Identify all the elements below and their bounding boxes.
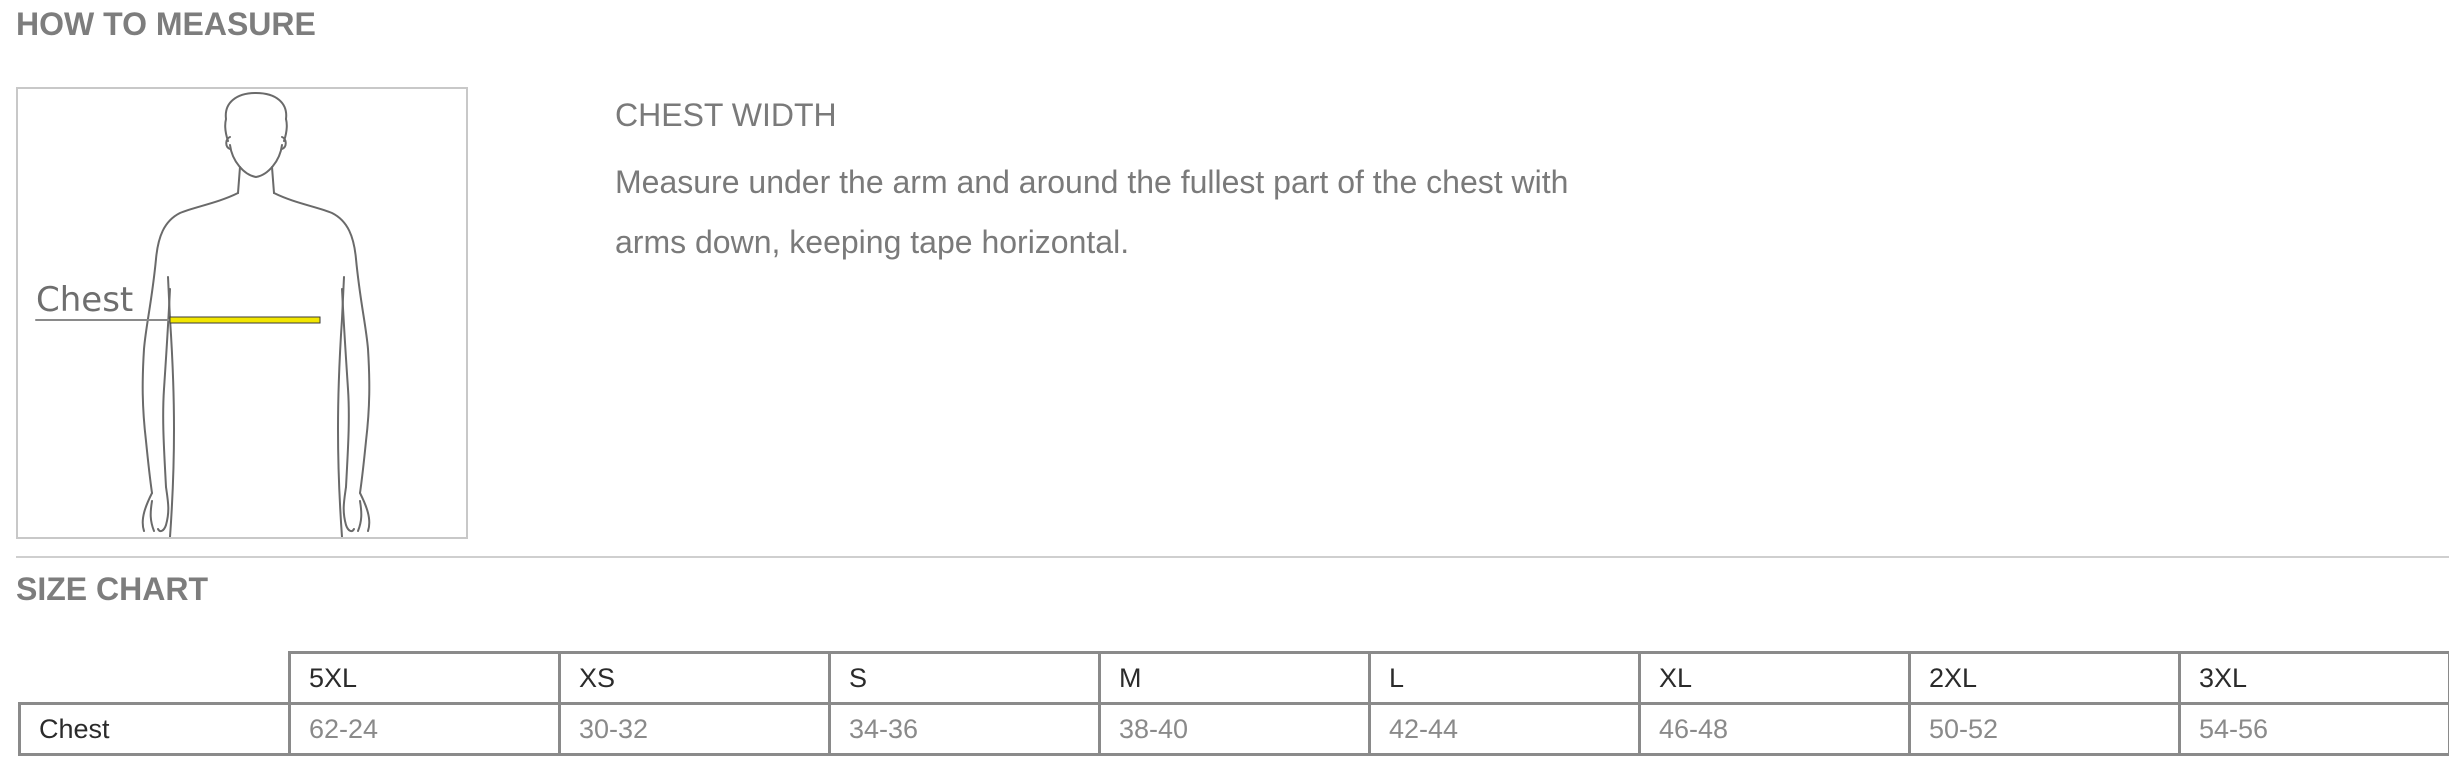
section-divider	[16, 556, 2449, 558]
size-header-cell: L	[1368, 651, 1641, 705]
measurement-figure: Chest	[16, 87, 468, 539]
measurement-cell: 38-40	[1098, 702, 1371, 756]
measurement-cell: 46-48	[1638, 702, 1911, 756]
size-header-cell: S	[828, 651, 1101, 705]
chest-figure-label: Chest	[36, 280, 133, 320]
measurement-cell: 62-24	[288, 702, 561, 756]
size-chart-title: SIZE CHART	[16, 571, 208, 607]
size-header-cell: 3XL	[2178, 651, 2449, 705]
measurement-cell: 50-52	[1908, 702, 2181, 756]
chest-width-instructions: Measure under the arm and around the ful…	[615, 164, 1569, 260]
size-header-cell: 5XL	[288, 651, 561, 705]
empty-corner-cell	[19, 652, 291, 705]
chest-width-heading: CHEST WIDTH	[615, 97, 837, 133]
measurement-cell: 34-36	[828, 702, 1101, 756]
size-header-cell: XS	[558, 651, 831, 705]
size-header-cell: M	[1098, 651, 1371, 705]
size-header-row: 5XL XS S M L XL 2XL 3XL	[19, 651, 2449, 705]
body-outline-illustration: Chest	[35, 92, 371, 537]
size-header-cell: 2XL	[1908, 651, 2181, 705]
measurement-cell: 42-44	[1368, 702, 1641, 756]
measurement-cell: 54-56	[2178, 702, 2449, 756]
row-label-chest: Chest	[18, 702, 291, 756]
measurement-cell: 30-32	[558, 702, 831, 756]
size-chart-table: 5XL XS S M L XL 2XL 3XL Chest 62-24 30-3…	[18, 651, 2449, 756]
how-to-measure-title: HOW TO MEASURE	[16, 6, 316, 42]
table-row: Chest 62-24 30-32 34-36 38-40 42-44 46-4…	[18, 702, 2449, 756]
measurement-description: CHEST WIDTH Measure under the arm and ar…	[615, 92, 1615, 272]
size-header-cell: XL	[1638, 651, 1911, 705]
measuring-tape	[169, 316, 321, 324]
